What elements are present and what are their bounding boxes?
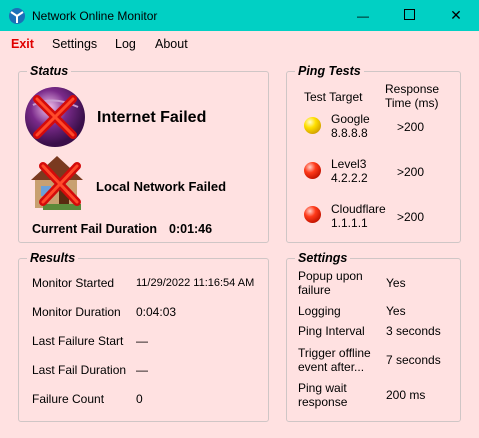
fail-duration-value: 0:01:46 <box>169 222 213 236</box>
setting-label: Ping wait <box>298 381 347 395</box>
menu-bar: Exit Settings Log About <box>0 31 479 57</box>
results-label: Last Fail Duration <box>32 363 127 377</box>
results-label: Failure Count <box>32 392 105 406</box>
results-label: Monitor Started <box>32 276 115 290</box>
ping-col-target: Test Target <box>304 90 363 104</box>
menu-settings[interactable]: Settings <box>52 37 97 51</box>
menu-about[interactable]: About <box>155 37 188 51</box>
ping-target-name: Google <box>331 112 370 126</box>
results-label: Last Failure Start <box>32 334 124 348</box>
results-value: — <box>136 363 148 377</box>
ping-target-ip: 4.2.2.2 <box>331 171 368 185</box>
maximize-button[interactable] <box>386 0 432 31</box>
ping-status-icon <box>304 206 321 223</box>
results-legend: Results <box>30 251 76 265</box>
ping-target-ip: 8.8.8.8 <box>331 126 368 140</box>
local-network-status-text: Local Network Failed <box>96 179 227 194</box>
results-value: 11/29/2022 11:16:54 AM <box>136 277 255 289</box>
setting-label: response <box>298 395 348 409</box>
ping-response: >200 <box>397 120 425 134</box>
setting-value: 200 ms <box>386 388 426 402</box>
ping-target-name: Level3 <box>331 157 367 171</box>
ping-target-ip: 1.1.1.1 <box>331 216 368 230</box>
minimize-icon: — <box>357 9 369 23</box>
results-value: 0:04:03 <box>136 305 177 319</box>
fail-duration-label: Current Fail Duration <box>32 222 158 236</box>
title-bar[interactable]: Network Online Monitor — ✕ <box>0 0 479 31</box>
setting-value: Yes <box>386 276 406 290</box>
minimize-button[interactable]: — <box>340 0 386 31</box>
results-value: — <box>136 334 148 348</box>
internet-failed-icon <box>25 87 85 147</box>
app-icon <box>9 8 25 24</box>
setting-label: failure <box>298 283 331 297</box>
menu-log[interactable]: Log <box>115 37 136 51</box>
setting-label: Popup upon <box>298 269 363 283</box>
ping-status-icon <box>304 117 321 134</box>
ping-col-response-2: Time (ms) <box>385 96 439 110</box>
setting-value: 3 seconds <box>386 324 441 338</box>
menu-exit[interactable]: Exit <box>11 37 34 51</box>
ping-target-name: Cloudflare <box>331 202 386 216</box>
close-button[interactable]: ✕ <box>433 0 479 31</box>
setting-label: Trigger offline <box>298 346 371 360</box>
settings-legend: Settings <box>298 251 348 265</box>
results-label: Monitor Duration <box>32 305 121 319</box>
ping-col-response-1: Response <box>385 82 440 96</box>
window-title: Network Online Monitor <box>32 9 158 23</box>
setting-label: Logging <box>298 304 341 318</box>
ping-status-icon <box>304 162 321 179</box>
setting-value: Yes <box>386 304 406 318</box>
setting-label: Ping Interval <box>298 324 365 338</box>
ping-response: >200 <box>397 165 425 179</box>
ping-response: >200 <box>397 210 425 224</box>
local-network-failed-icon <box>31 156 83 210</box>
results-value: 0 <box>136 392 143 406</box>
internet-status-text: Internet Failed <box>97 109 207 126</box>
close-icon: ✕ <box>450 7 462 23</box>
setting-label: event after... <box>298 360 365 374</box>
ping-tests-legend: Ping Tests <box>298 64 361 78</box>
setting-value: 7 seconds <box>386 353 441 367</box>
status-legend: Status <box>30 64 69 78</box>
maximize-icon <box>403 8 415 20</box>
